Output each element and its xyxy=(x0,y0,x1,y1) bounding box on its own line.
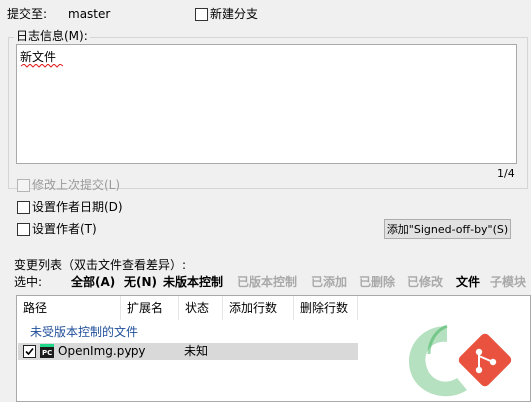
row-path: OpenImg.py xyxy=(58,344,132,358)
filter-modified[interactable]: 已修改 xyxy=(407,275,443,289)
filter-deleted[interactable]: 已删除 xyxy=(359,275,395,289)
commit-to-label: 提交至: xyxy=(7,7,48,21)
new-branch-checkbox[interactable] xyxy=(195,8,208,21)
tortoisegit-logo-icon xyxy=(408,324,512,397)
table-row[interactable]: PC OpenImg.py .py 未知 xyxy=(18,343,358,360)
pycharm-file-icon: PC xyxy=(40,344,54,358)
filter-versioned[interactable]: 已版本控制 xyxy=(237,275,297,289)
new-branch-label[interactable]: 新建分支 xyxy=(210,7,258,21)
filter-files[interactable]: 文件 xyxy=(456,275,480,289)
filter-none[interactable]: 无(N) xyxy=(124,275,157,289)
log-message-label: 日志信息(M): xyxy=(14,29,90,43)
commit-message-input[interactable]: 新文件 xyxy=(16,44,517,164)
group-header-unversioned: 未受版本控制的文件 xyxy=(30,325,139,339)
author-checkbox[interactable] xyxy=(17,223,30,236)
author-date-label[interactable]: 设置作者日期(D) xyxy=(32,200,123,214)
svg-text:PC: PC xyxy=(42,349,52,357)
filter-unversioned[interactable]: 未版本控制 xyxy=(163,275,223,289)
column-header-path[interactable]: 路径 xyxy=(17,296,121,320)
amend-label: 修改上次提交(L) xyxy=(32,178,121,192)
column-header-ext[interactable]: 扩展名 xyxy=(121,296,179,320)
changes-title: 变更列表（双击文件查看差异）: xyxy=(14,258,187,272)
amend-checkbox[interactable] xyxy=(17,179,30,192)
row-checkbox[interactable] xyxy=(23,345,36,358)
column-header-status[interactable]: 状态 xyxy=(179,296,223,320)
row-ext: .py xyxy=(127,344,146,358)
message-counter: 1/4 xyxy=(497,167,515,180)
spellcheck-underline xyxy=(21,64,63,68)
signoff-button[interactable]: 添加"Signed-off-by"(S) xyxy=(384,219,511,239)
filter-submodules[interactable]: 子模块 xyxy=(490,275,526,289)
filter-all[interactable]: 全部(A) xyxy=(71,275,115,289)
column-header-added[interactable]: 添加行数 xyxy=(223,296,294,320)
author-label[interactable]: 设置作者(T) xyxy=(32,222,97,236)
file-list[interactable]: 路径 扩展名 状态 添加行数 删除行数 未受版本控制的文件 PC OpenImg… xyxy=(16,295,531,402)
filter-added[interactable]: 已添加 xyxy=(311,275,347,289)
branch-name: master xyxy=(68,7,111,21)
commit-message-text: 新文件 xyxy=(20,50,57,64)
author-date-checkbox[interactable] xyxy=(17,201,30,214)
check-mark-icon xyxy=(25,347,34,356)
column-header-deleted[interactable]: 删除行数 xyxy=(294,296,358,320)
row-status: 未知 xyxy=(184,344,209,358)
select-label: 选中: xyxy=(14,275,43,289)
